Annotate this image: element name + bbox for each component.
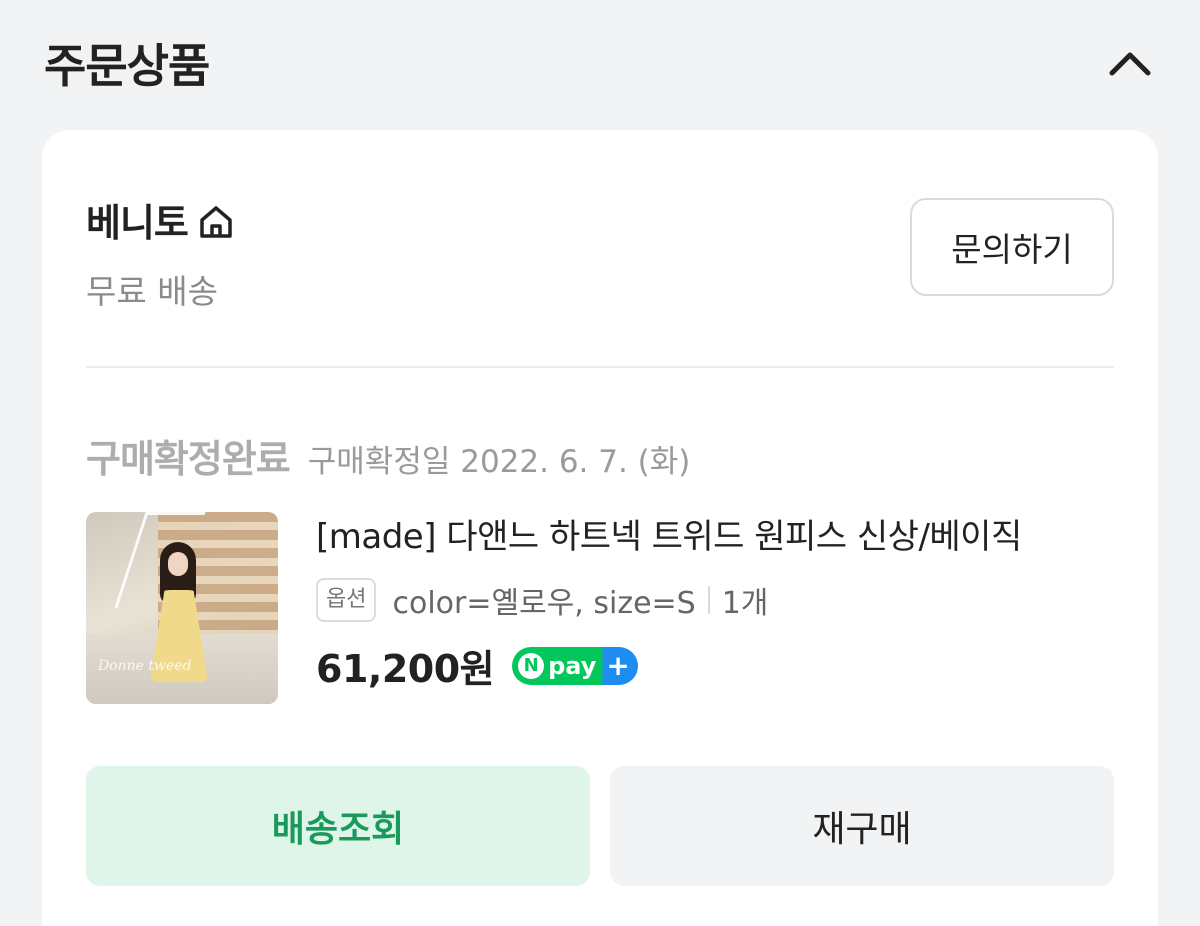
option-badge: 옵션 xyxy=(316,578,377,622)
option-separator xyxy=(707,586,710,614)
price: 61,200원 xyxy=(316,647,495,691)
collapse-button[interactable] xyxy=(1100,33,1160,93)
product-name[interactable]: [made] 다앤느 하트넥 트위드 원피스 신상/베이직 xyxy=(316,512,1114,562)
order-status-row: 구매확정완료 구매확정일 2022. 6. 7. (화) xyxy=(86,428,690,483)
order-status: 구매확정완료 xyxy=(86,437,291,481)
action-buttons: 배송조회 재구매 xyxy=(86,766,1114,886)
confirm-date: 구매확정일 2022. 6. 7. (화) xyxy=(307,444,691,480)
quantity: 1개 xyxy=(721,586,769,621)
section-title: 주문상품 xyxy=(44,39,210,93)
chevron-up-icon xyxy=(1109,52,1151,76)
divider xyxy=(86,366,1114,368)
npay-label: pay xyxy=(548,651,597,680)
naver-n-icon: N xyxy=(518,652,545,679)
section-header: 주문상품 xyxy=(44,28,1160,98)
track-delivery-button[interactable]: 배송조회 xyxy=(86,766,590,886)
store-info: 베니토 무료 배송 문의하기 xyxy=(86,192,1114,312)
product-thumbnail[interactable]: Donne tweed xyxy=(86,512,278,704)
product-item[interactable]: Donne tweed [made] 다앤느 하트넥 트위드 원피스 신상/베이… xyxy=(86,512,1114,706)
inquiry-button[interactable]: 문의하기 xyxy=(910,198,1114,296)
order-card: 베니토 무료 배송 문의하기 구매확정완료 구매확정일 2022. 6. 7. … xyxy=(42,130,1158,926)
option-text: color=옐로우, size=S xyxy=(392,586,696,621)
plus-icon: + xyxy=(606,648,630,682)
rebuy-button[interactable]: 재구매 xyxy=(610,766,1114,886)
option-row: 옵션 color=옐로우, size=S 1개 xyxy=(316,578,1114,622)
store-name[interactable]: 베니토 xyxy=(86,192,189,247)
product-info: [made] 다앤느 하트넥 트위드 원피스 신상/베이직 옵션 color=옐… xyxy=(316,512,1114,693)
home-icon[interactable] xyxy=(196,202,236,242)
price-row: 61,200원 N pay + xyxy=(316,638,1114,693)
npay-plus-badge: N pay + xyxy=(512,646,638,685)
order-items-page: 주문상품 베니토 무료 배송 문의하기 구매확정완료 구매확정일 2022. 6… xyxy=(0,0,1200,926)
thumbnail-watermark: Donne tweed xyxy=(98,658,192,674)
